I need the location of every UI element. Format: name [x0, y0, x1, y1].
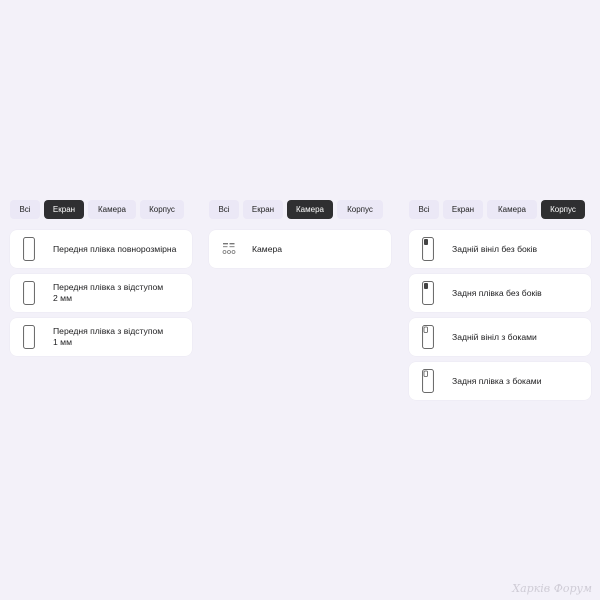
phone-back-icon — [422, 237, 434, 261]
filter-tabs: Всі Екран Камера Корпус — [409, 200, 591, 219]
filter-tabs: Всі Екран Камера Корпус — [209, 200, 391, 219]
phone-front-icon — [23, 325, 35, 349]
tab-screen[interactable]: Екран — [44, 200, 84, 219]
tab-body[interactable]: Корпус — [337, 200, 383, 219]
tab-all[interactable]: Всі — [409, 200, 439, 219]
watermark: Харків Форум — [512, 582, 592, 595]
list-item[interactable]: Задній вініл з боками — [409, 318, 591, 356]
list-item-label: Передня плівка з відступом 2 мм — [53, 282, 164, 303]
list-item[interactable]: Передня плівка з відступом 1 мм — [10, 318, 192, 356]
screen-panel: Всі Екран Камера Корпус Передня плівка п… — [10, 200, 192, 362]
tab-camera[interactable]: Камера — [88, 200, 136, 219]
list-item-label: Камера — [252, 243, 283, 254]
camera-lens-icon — [222, 237, 238, 261]
tab-body[interactable]: Корпус — [541, 200, 585, 219]
tab-body[interactable]: Корпус — [140, 200, 184, 219]
phone-back-icon — [422, 281, 434, 305]
list-item-label: Передня плівка з відступом 1 мм — [53, 326, 164, 347]
phone-front-icon — [23, 237, 35, 261]
filter-tabs: Всі Екран Камера Корпус — [10, 200, 192, 219]
tab-all[interactable]: Всі — [209, 200, 239, 219]
list-item[interactable]: Передня плівка повнорозмірна — [10, 230, 192, 268]
list-item[interactable]: Передня плівка з відступом 2 мм — [10, 274, 192, 312]
tab-screen[interactable]: Екран — [443, 200, 483, 219]
tab-screen[interactable]: Екран — [243, 200, 283, 219]
list-item-label: Задня плівка з боками — [452, 375, 542, 386]
list-item[interactable]: Камера — [209, 230, 391, 268]
tab-camera[interactable]: Камера — [487, 200, 537, 219]
tab-all[interactable]: Всі — [10, 200, 40, 219]
list-item-label: Задній вініл без боків — [452, 243, 538, 254]
list-item[interactable]: Задній вініл без боків — [409, 230, 591, 268]
list-item[interactable]: Задня плівка без боків — [409, 274, 591, 312]
camera-panel: Всі Екран Камера Корпус Камера — [209, 200, 391, 274]
list-item-label: Задній вініл з боками — [452, 331, 537, 342]
list-item-label: Задня плівка без боків — [452, 287, 542, 298]
tab-camera[interactable]: Камера — [287, 200, 333, 219]
list-item-label: Передня плівка повнорозмірна — [53, 243, 177, 254]
phone-front-icon — [23, 281, 35, 305]
phone-back-sides-icon — [422, 325, 434, 349]
phone-back-sides-icon — [422, 369, 434, 393]
body-panel: Всі Екран Камера Корпус Задній вініл без… — [409, 200, 591, 406]
list-item[interactable]: Задня плівка з боками — [409, 362, 591, 400]
